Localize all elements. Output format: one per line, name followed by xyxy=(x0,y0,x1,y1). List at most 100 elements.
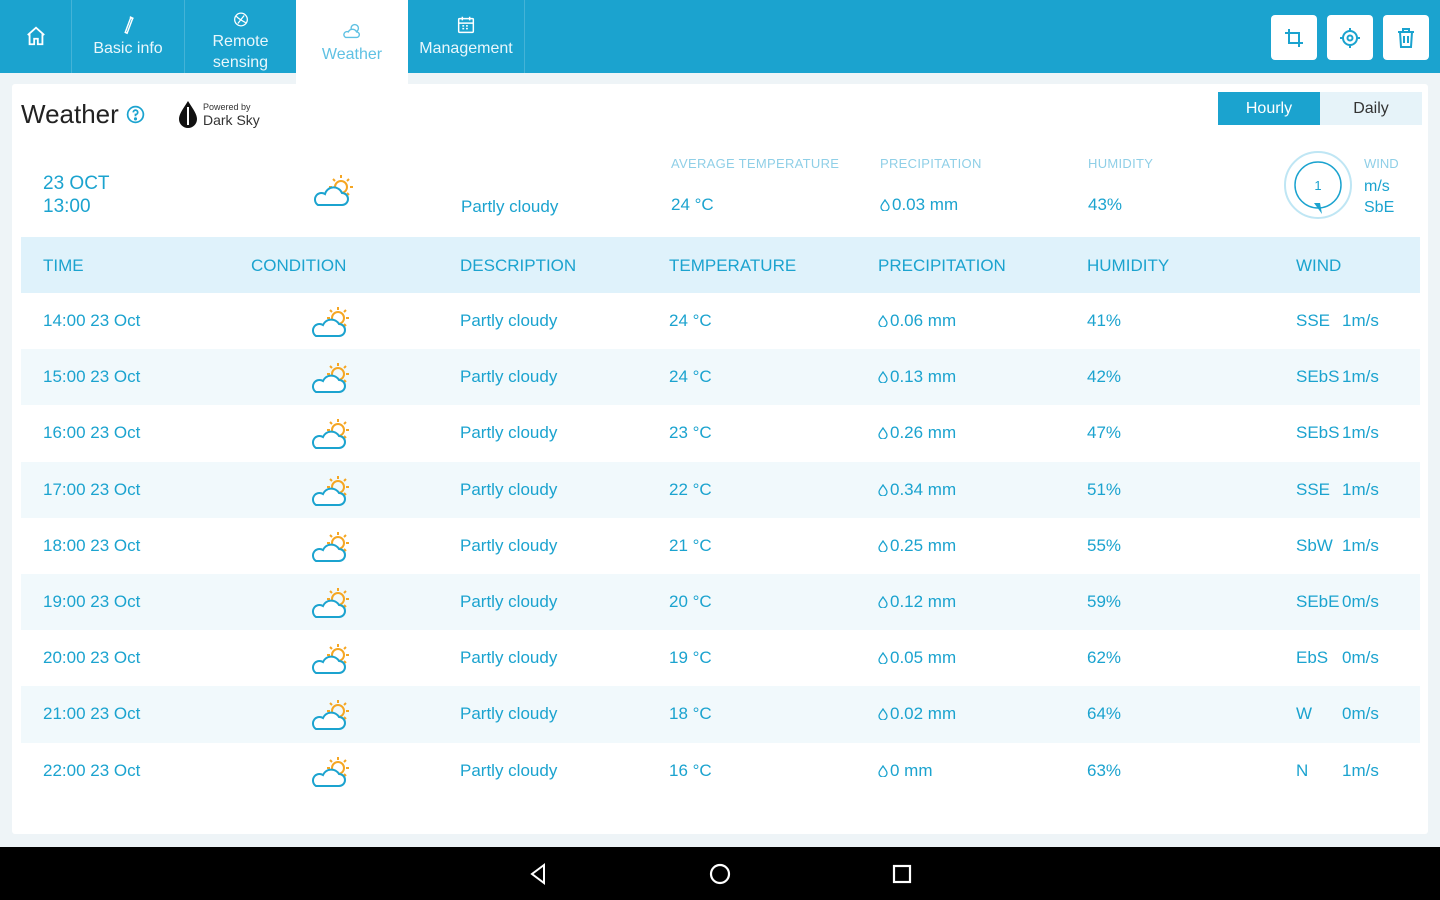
current-description: Partly cloudy xyxy=(461,197,559,216)
row-wind-speed: 1m/s xyxy=(1342,367,1379,387)
help-icon[interactable] xyxy=(125,104,146,125)
wind-speed-value: 1 xyxy=(1314,178,1321,193)
top-navigation-bar: Basic info Remote sensing Weather Manage… xyxy=(0,0,1440,84)
row-temperature: 24 °C xyxy=(669,311,712,330)
raindrop-icon xyxy=(878,371,888,384)
crop-button[interactable] xyxy=(1271,15,1317,60)
row-wind-direction: W xyxy=(1296,704,1313,724)
raindrop-icon xyxy=(878,764,888,777)
table-body: 14:00 23 Oct Partly cloudy 24 °C 0.06 mm 41%… xyxy=(21,293,1420,799)
row-precipitation: 0 mm xyxy=(890,760,933,780)
avg-temp-value: 24 °C xyxy=(671,195,714,214)
table-header-row: TIME CONDITION DESCRIPTION TEMPERATURE P… xyxy=(21,237,1420,293)
home-icon xyxy=(26,26,45,45)
tab-weather-label: Weather xyxy=(321,45,383,63)
raindrop-icon xyxy=(878,708,888,721)
row-time: 19:00 23 Oct xyxy=(43,591,141,611)
row-precipitation-group: 0.26 mm xyxy=(878,423,956,443)
table-row: 17:00 23 Oct Partly cloudy 22 °C 0.34 mm 51%… xyxy=(21,461,1420,518)
current-time: 13:00 xyxy=(43,196,91,217)
calendar-icon xyxy=(457,16,475,34)
row-precipitation-group: 0.12 mm xyxy=(878,592,956,612)
delete-button[interactable] xyxy=(1383,15,1429,60)
row-wind-speed: 1m/s xyxy=(1342,423,1379,443)
row-precipitation-group: 0 mm xyxy=(878,761,933,781)
row-wind-speed: 0m/s xyxy=(1342,591,1379,611)
row-precipitation-group: 0.25 mm xyxy=(878,536,956,556)
row-temperature: 16 °C xyxy=(669,760,712,780)
row-wind-speed: 1m/s xyxy=(1342,479,1379,499)
table-row: 16:00 23 Oct Partly cloudy 23 °C 0.26 mm 47%… xyxy=(21,405,1420,461)
row-description: Partly cloudy xyxy=(460,535,558,555)
daily-button[interactable]: Daily xyxy=(1320,92,1422,125)
row-precipitation: 0.12 mm xyxy=(890,591,957,611)
wind-direction: SbE xyxy=(1364,199,1395,216)
table-row: 18:00 23 Oct Partly cloudy 21 °C 0.25 mm 55%… xyxy=(21,518,1420,574)
row-wind-speed: 1m/s xyxy=(1342,760,1379,780)
table-row: 20:00 23 Oct Partly cloudy 19 °C 0.05 mm 62%… xyxy=(21,630,1420,686)
tab-management[interactable]: Management xyxy=(408,0,525,73)
table-row: 15:00 23 Oct Partly cloudy 24 °C 0.13 mm 42%… xyxy=(21,349,1420,406)
table-row: 14:00 23 Oct Partly cloudy 24 °C 0.06 mm 41%… xyxy=(21,293,1420,349)
col-time: TIME xyxy=(43,256,84,275)
humidity-value: 43% xyxy=(1088,195,1123,214)
partly-cloudy-icon xyxy=(311,644,349,675)
row-time: 17:00 23 Oct xyxy=(43,479,141,499)
row-wind-direction: SEbE xyxy=(1296,591,1340,611)
row-time: 15:00 23 Oct xyxy=(43,367,141,387)
pen-icon xyxy=(124,16,134,35)
tab-basic-info[interactable]: Basic info xyxy=(71,0,184,73)
row-precipitation-group: 0.06 mm xyxy=(878,311,956,331)
wind-label: WIND xyxy=(1364,156,1399,171)
row-description: Partly cloudy xyxy=(460,479,558,499)
raindrop-icon xyxy=(878,652,888,665)
hourly-button[interactable]: Hourly xyxy=(1218,92,1320,125)
page-title-row: Weather xyxy=(21,99,146,130)
row-wind-speed: 0m/s xyxy=(1342,648,1379,668)
row-humidity: 42% xyxy=(1087,367,1122,387)
tab-weather[interactable]: Weather xyxy=(296,0,408,84)
row-time: 22:00 23 Oct xyxy=(43,760,141,780)
raindrop-icon xyxy=(878,595,888,608)
table-row: 19:00 23 Oct Partly cloudy 20 °C 0.12 mm 59%… xyxy=(21,573,1420,631)
row-wind-direction: SbW xyxy=(1296,535,1333,555)
row-temperature: 18 °C xyxy=(669,704,712,724)
precipitation-value: 0.03 mm xyxy=(892,195,959,214)
row-description: Partly cloudy xyxy=(460,704,558,724)
tab-basic-info-label: Basic info xyxy=(93,40,163,57)
row-precipitation: 0.13 mm xyxy=(890,367,957,387)
wind-unit: m/s xyxy=(1364,178,1390,195)
row-description: Partly cloudy xyxy=(460,591,558,611)
recents-icon[interactable] xyxy=(889,861,915,887)
row-precipitation: 0.25 mm xyxy=(890,535,957,555)
row-temperature: 22 °C xyxy=(669,479,712,499)
avg-temp-label: AVERAGE TEMPERATURE xyxy=(671,156,840,171)
current-datetime: 23 OCT 13:00 xyxy=(43,172,110,218)
partly-cloudy-icon xyxy=(313,175,353,206)
table-row: 21:00 23 Oct Partly cloudy 18 °C 0.02 mm 64%… xyxy=(21,686,1420,743)
back-icon[interactable] xyxy=(525,861,551,887)
row-precipitation-group: 0.34 mm xyxy=(878,480,956,500)
tab-home[interactable] xyxy=(0,0,71,73)
powered-by-dark-sky[interactable]: Powered by Dark Sky xyxy=(177,99,260,129)
home-circle-icon[interactable] xyxy=(707,861,733,887)
wind-compass-icon: 1 xyxy=(1284,151,1352,219)
locate-button[interactable] xyxy=(1327,15,1373,60)
row-wind-speed: 1m/s xyxy=(1342,535,1379,555)
raindrop-icon xyxy=(878,427,888,440)
row-wind-direction: SEbS xyxy=(1296,423,1340,443)
row-humidity: 41% xyxy=(1087,311,1122,330)
row-description: Partly cloudy xyxy=(460,311,558,330)
row-description: Partly cloudy xyxy=(460,760,558,780)
row-wind-direction: SEbS xyxy=(1296,367,1340,387)
crop-icon xyxy=(1285,28,1303,47)
partly-cloudy-icon xyxy=(311,587,349,618)
row-precipitation: 0.06 mm xyxy=(890,311,957,330)
raindrop-icon xyxy=(878,483,888,496)
row-time: 16:00 23 Oct xyxy=(43,423,141,443)
weather-card: Weather Powered by Dark Sky Hourly Daily… xyxy=(12,84,1428,834)
col-condition: CONDITION xyxy=(251,256,347,275)
tab-remote-sensing-label-line1: Remote xyxy=(212,33,269,50)
col-temperature: TEMPERATURE xyxy=(669,256,797,275)
tab-remote-sensing[interactable]: Remote sensing xyxy=(184,0,296,73)
